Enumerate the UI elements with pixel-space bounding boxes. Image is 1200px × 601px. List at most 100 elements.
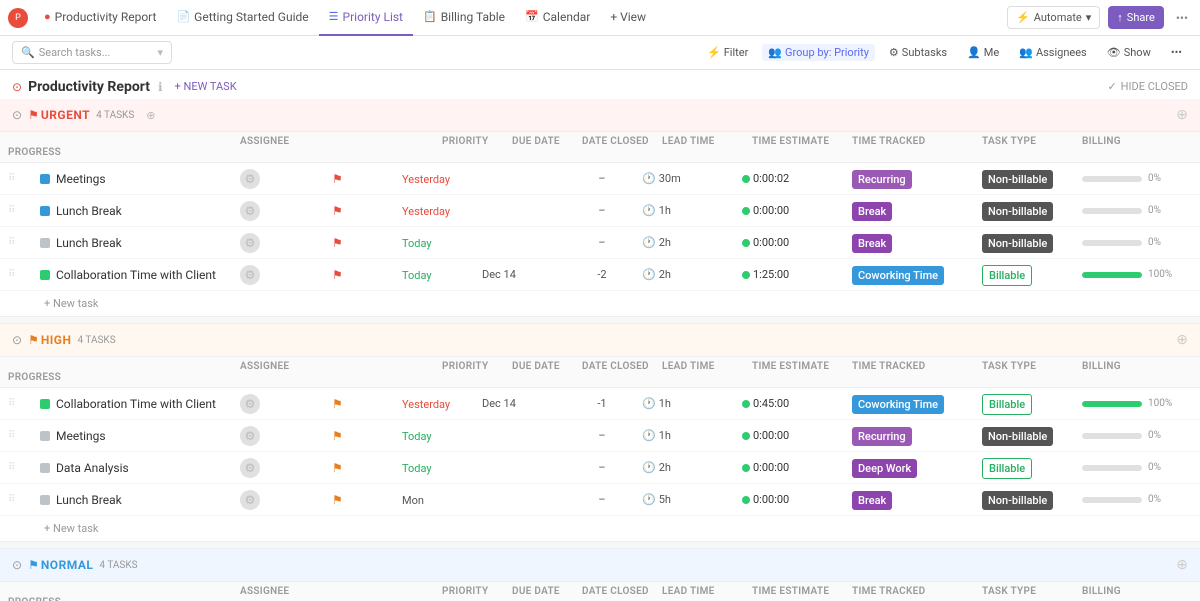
priority-cell[interactable]: ⚑ <box>332 268 402 282</box>
subtasks-icon: ⚙ <box>889 46 899 59</box>
th-date-closed: DATE CLOSED <box>582 361 662 372</box>
show-button[interactable]: 👁 Show <box>1101 44 1157 61</box>
row-handle[interactable]: ⠿ <box>8 173 40 184</box>
th-date-closed: DATE CLOSED <box>582 136 662 147</box>
filter-button[interactable]: ⚡ Filter <box>701 44 754 61</box>
priority-cell[interactable]: ⚑ <box>332 461 402 475</box>
tab-productivity[interactable]: ● Productivity Report <box>34 0 166 36</box>
new-task-row-high[interactable]: + New task <box>0 516 1200 541</box>
more-button[interactable]: ••• <box>1172 11 1192 25</box>
row-handle[interactable]: ⠿ <box>8 269 40 280</box>
due-date-cell[interactable]: Yesterday <box>402 172 482 186</box>
priority-cell[interactable]: ⚑ <box>332 397 402 411</box>
project-toggle-icon[interactable]: ⊙ <box>12 80 22 94</box>
tab-icon: ● <box>44 10 51 23</box>
section-urgent: ⊙ ⚑ URGENT 4 TASKS ⊕ ⊕ ASSIGNEE PRIORITY… <box>0 99 1200 316</box>
task-name[interactable]: Meetings <box>56 429 106 443</box>
assignee-cell[interactable]: ⚙ <box>240 394 332 414</box>
group-by-button[interactable]: 👥 Group by: Priority <box>762 44 875 61</box>
task-type-cell: Recurring <box>852 429 982 443</box>
billing-cell: Billable <box>982 397 1082 411</box>
section-toggle-icon[interactable]: ⊙ <box>12 108 22 122</box>
tab-calendar[interactable]: 📅 Calendar <box>515 0 600 36</box>
section-normal-name: NORMAL <box>41 558 94 572</box>
priority-cell[interactable]: ⚑ <box>332 172 402 186</box>
due-date-cell[interactable]: Today <box>402 236 482 250</box>
billing-cell: Non-billable <box>982 429 1082 443</box>
assignee-cell[interactable]: ⚙ <box>240 233 332 253</box>
section-high-count: 4 TASKS <box>77 335 115 346</box>
new-task-row-urgent[interactable]: + New task <box>0 291 1200 316</box>
assignee-cell[interactable]: ⚙ <box>240 458 332 478</box>
section-toggle-icon[interactable]: ⊙ <box>12 558 22 572</box>
priority-cell[interactable]: ⚑ <box>332 429 402 443</box>
due-date-cell[interactable]: Yesterday <box>402 204 482 218</box>
task-name[interactable]: Collaboration Time with Client <box>56 397 216 411</box>
tab-list-icon: ☰ <box>329 10 339 23</box>
new-task-button[interactable]: + NEW TASK <box>169 78 243 95</box>
assignees-button[interactable]: 👥 Assignees <box>1013 44 1093 61</box>
billing-cell: Billable <box>982 268 1082 282</box>
lead-time-cell: – <box>562 172 642 185</box>
me-button[interactable]: 👤 Me <box>961 44 1005 61</box>
section-normal-add-icon[interactable]: ⊕ <box>1176 557 1188 573</box>
more-options-button[interactable]: ••• <box>1165 44 1188 61</box>
subtasks-button[interactable]: ⚙ Subtasks <box>883 44 953 61</box>
assignee-cell[interactable]: ⚙ <box>240 265 332 285</box>
due-date-cell[interactable]: Today <box>402 429 482 443</box>
search-box[interactable]: 🔍 Search tasks... ▾ <box>12 41 172 64</box>
due-date-cell[interactable]: Today <box>402 268 482 282</box>
task-name[interactable]: Lunch Break <box>56 236 122 250</box>
tab-label: Priority List <box>343 10 403 24</box>
hide-closed-button[interactable]: ✓ HIDE CLOSED <box>1107 80 1188 93</box>
tab-label: + View <box>610 10 646 24</box>
assignee-cell[interactable]: ⚙ <box>240 169 332 189</box>
due-date-cell[interactable]: Today <box>402 461 482 475</box>
row-name: Collaboration Time with Client <box>40 397 240 411</box>
tab-add-view[interactable]: + View <box>600 0 656 36</box>
tab-billing-table[interactable]: 📋 Billing Table <box>413 0 515 36</box>
priority-cell[interactable]: ⚑ <box>332 236 402 250</box>
task-name[interactable]: Data Analysis <box>56 461 129 475</box>
row-handle[interactable]: ⠿ <box>8 205 40 216</box>
automate-label: Automate <box>1034 11 1082 24</box>
row-handle[interactable]: ⠿ <box>8 430 40 441</box>
time-estimate-cell: 🕐 1h <box>642 204 742 217</box>
task-name[interactable]: Collaboration Time with Client <box>56 268 216 282</box>
task-name[interactable]: Meetings <box>56 172 106 186</box>
task-type-cell: Break <box>852 236 982 250</box>
due-date-cell[interactable]: Yesterday <box>402 397 482 411</box>
row-name: Lunch Break <box>40 493 240 507</box>
lead-time-cell: – <box>562 204 642 217</box>
task-name[interactable]: Lunch Break <box>56 204 122 218</box>
tab-priority-list[interactable]: ☰ Priority List <box>319 0 413 36</box>
me-label: Me <box>984 46 999 59</box>
due-date-cell[interactable]: Mon <box>402 493 482 507</box>
section-high-add-icon[interactable]: ⊕ <box>1176 332 1188 348</box>
table-row: ⠿ Collaboration Time with Client ⚙ ⚑ Tod… <box>0 259 1200 291</box>
table-header-urgent: ASSIGNEE PRIORITY DUE DATE DATE CLOSED L… <box>0 131 1200 163</box>
section-urgent-add-icon[interactable]: ⊕ <box>1176 107 1188 123</box>
row-handle[interactable]: ⠿ <box>8 462 40 473</box>
section-toggle-icon[interactable]: ⊙ <box>12 333 22 347</box>
automate-button[interactable]: ⚡ Automate ▾ <box>1007 6 1100 29</box>
assignee-cell[interactable]: ⚙ <box>240 201 332 221</box>
task-name[interactable]: Lunch Break <box>56 493 122 507</box>
priority-cell[interactable]: ⚑ <box>332 204 402 218</box>
row-handle[interactable]: ⠿ <box>8 237 40 248</box>
table-row: ⠿ Meetings ⚙ ⚑ Today – 🕐 1h 0:00:00 Recu… <box>0 420 1200 452</box>
row-handle[interactable]: ⠿ <box>8 398 40 409</box>
table-row: ⠿ Lunch Break ⚙ ⚑ Yesterday – 🕐 1h 0:00:… <box>0 195 1200 227</box>
row-handle[interactable]: ⠿ <box>8 494 40 505</box>
status-dot <box>40 270 50 280</box>
billing-badge: Non-billable <box>982 202 1053 221</box>
priority-cell[interactable]: ⚑ <box>332 493 402 507</box>
th-assignee: ASSIGNEE <box>240 136 442 147</box>
project-info-icon[interactable]: ℹ <box>158 80 163 94</box>
assignee-cell[interactable]: ⚙ <box>240 426 332 446</box>
tab-getting-started[interactable]: 📄 Getting Started Guide <box>166 0 318 36</box>
assignee-cell[interactable]: ⚙ <box>240 490 332 510</box>
share-label: Share <box>1127 11 1155 24</box>
share-button[interactable]: ↑ Share <box>1108 6 1164 29</box>
due-date-value: Yesterday <box>402 173 450 186</box>
